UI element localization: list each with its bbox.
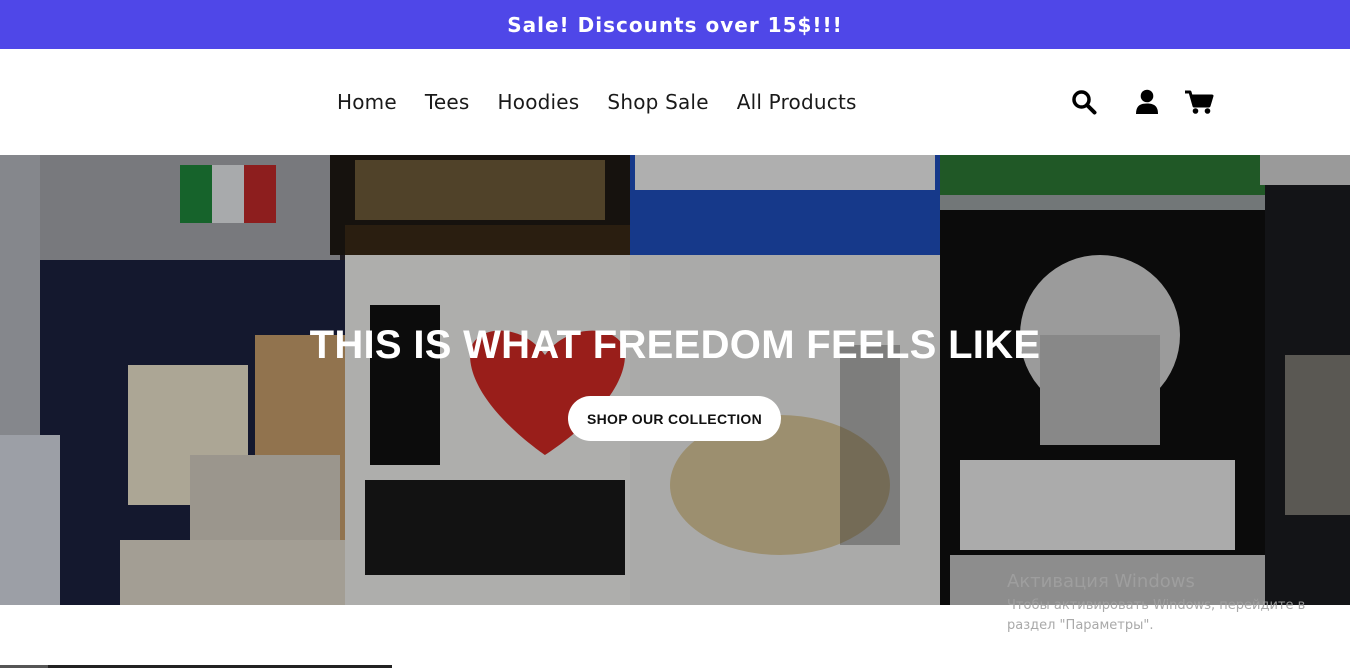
- watermark-title: Активация Windows: [1007, 571, 1195, 592]
- account-icon[interactable]: [1131, 86, 1163, 118]
- header-icons: [1068, 49, 1215, 155]
- watermark-subtitle: Чтобы активировать Windows, перейдите в …: [1007, 598, 1306, 633]
- announcement-bar: Sale! Discounts over 15$!!!: [0, 0, 1350, 49]
- nav-shop-sale[interactable]: Shop Sale: [607, 90, 708, 114]
- announcement-text: Sale! Discounts over 15$!!!: [507, 12, 843, 37]
- nav-home[interactable]: Home: [337, 90, 397, 114]
- nav-tees[interactable]: Tees: [425, 90, 470, 114]
- shop-collection-button[interactable]: SHOP OUR COLLECTION: [568, 396, 781, 441]
- nav-all-products[interactable]: All Products: [737, 90, 857, 114]
- nav-hoodies[interactable]: Hoodies: [498, 90, 580, 114]
- windows-activation-watermark: Активация Windows Чтобы активировать Win…: [1007, 571, 1327, 636]
- search-icon[interactable]: [1068, 86, 1100, 118]
- site-header: Home Tees Hoodies Shop Sale All Products: [0, 49, 1350, 155]
- cart-icon[interactable]: [1183, 86, 1215, 118]
- hero-title: THIS IS WHAT FREEDOM FEELS LIKE: [309, 323, 1041, 367]
- main-nav: Home Tees Hoodies Shop Sale All Products: [337, 49, 885, 155]
- hero-overlay: [0, 155, 1350, 605]
- hero-banner: THIS IS WHAT FREEDOM FEELS LIKE SHOP OUR…: [0, 155, 1350, 605]
